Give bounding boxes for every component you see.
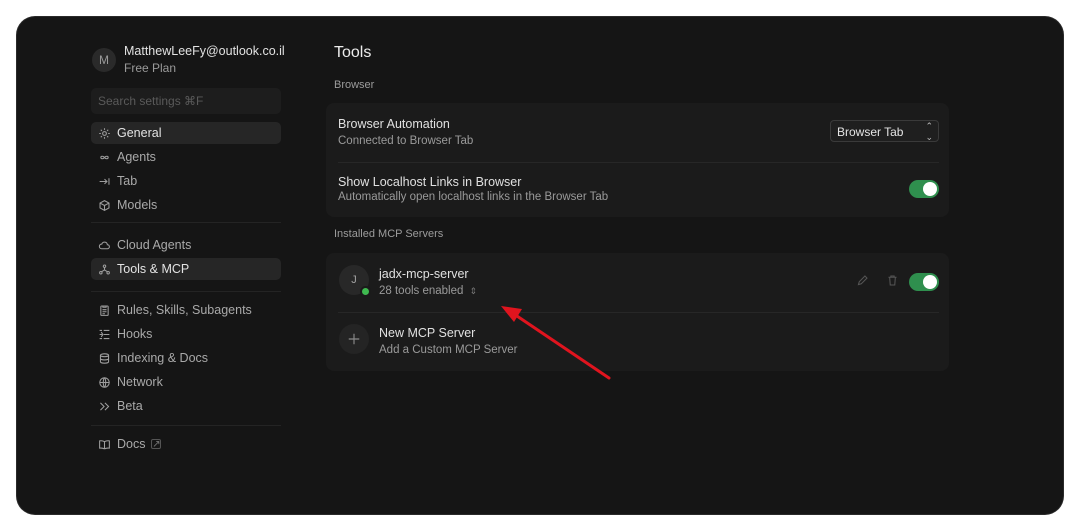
- settings-window: M MatthewLeeFy@outlook.co.il Free Plan S…: [17, 17, 1063, 514]
- annotation-arrow: [501, 306, 611, 380]
